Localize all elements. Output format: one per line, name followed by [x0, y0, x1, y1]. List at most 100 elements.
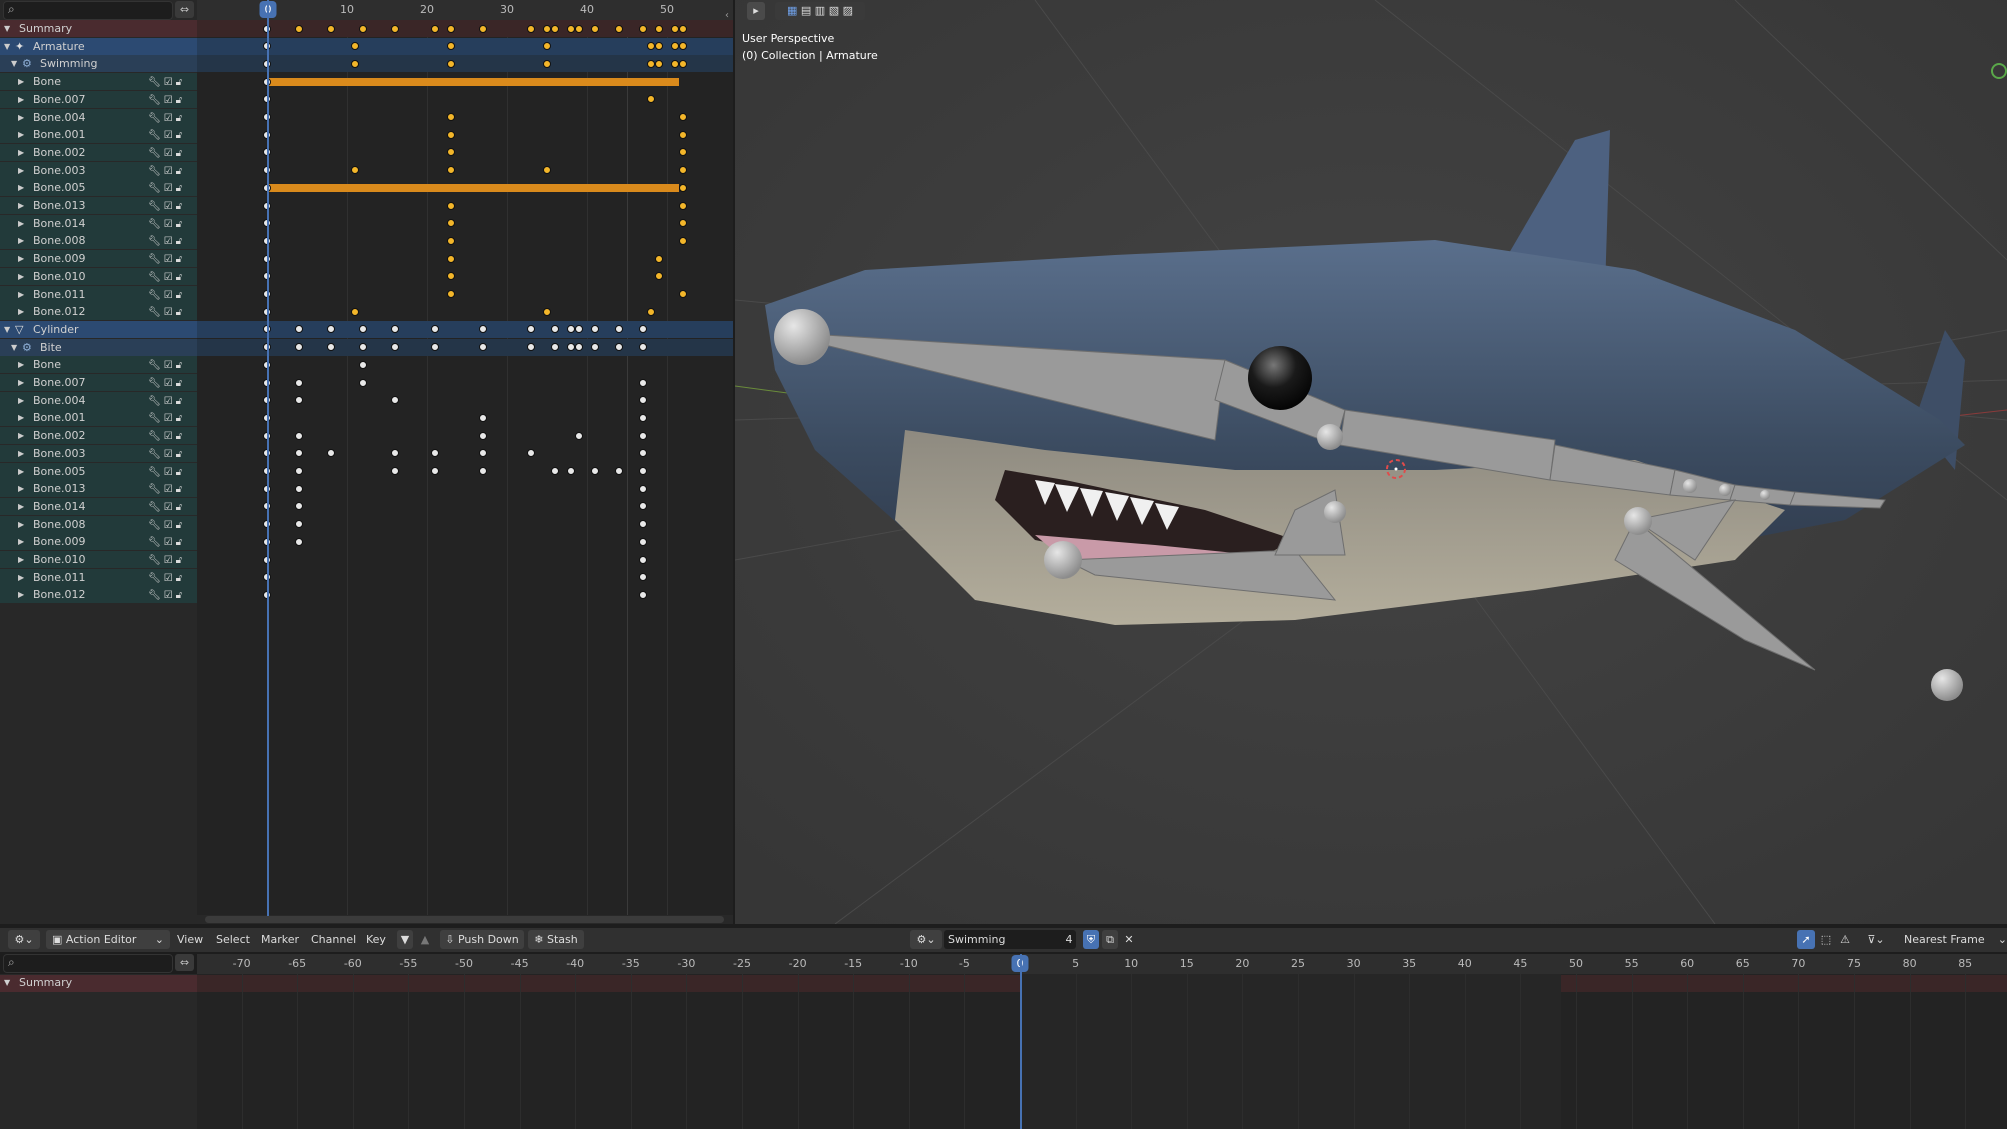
keyframe[interactable]	[359, 360, 367, 369]
keyframe[interactable]	[527, 343, 535, 352]
duplicate-action-icon[interactable]: ⧉	[1102, 930, 1118, 949]
keyframe[interactable]	[679, 219, 687, 228]
keyframe[interactable]	[359, 24, 367, 33]
channel-row[interactable]: ▶ Bone.008 🔧︎☑🔓︎	[0, 515, 197, 533]
checkbox-icon[interactable]: ☑	[164, 219, 176, 230]
collapse-arrow-icon[interactable]: ‹	[725, 10, 729, 21]
keyframe[interactable]	[639, 449, 647, 458]
wrench-icon[interactable]: 🔧︎	[148, 236, 164, 247]
keyframe[interactable]	[639, 396, 647, 405]
keyframe[interactable]	[479, 343, 487, 352]
keyframe[interactable]	[295, 449, 303, 458]
channel-row[interactable]: ▶ Bone.001 🔧︎☑🔓︎	[0, 409, 197, 427]
lock-icon[interactable]: 🔓︎	[176, 396, 185, 407]
lock-icon[interactable]: 🔓︎	[176, 360, 185, 371]
keyframe[interactable]	[527, 24, 535, 33]
wrench-icon[interactable]: 🔧︎	[148, 113, 164, 124]
keyframe[interactable]	[647, 42, 655, 51]
3d-viewport[interactable]: ▸ ▦ ▤ ▥ ▧ ▨ User Perspective (0) Collect…	[735, 0, 2007, 924]
keyframe[interactable]	[359, 325, 367, 334]
keyframe[interactable]	[615, 467, 623, 475]
keyframe[interactable]	[679, 183, 687, 192]
horizontal-scrollbar[interactable]	[205, 916, 724, 923]
expand-triangle-icon[interactable]: ▶	[18, 250, 24, 267]
wrench-icon[interactable]: 🔧︎	[148, 378, 164, 389]
keyframe[interactable]	[295, 378, 303, 387]
menu-select[interactable]: Select	[216, 933, 250, 946]
lock-icon[interactable]: 🔓︎	[176, 95, 185, 106]
expand-triangle-icon[interactable]: ▼	[11, 339, 17, 356]
keyframe[interactable]	[591, 24, 599, 33]
playhead[interactable]	[267, 0, 269, 916]
keyframe[interactable]	[527, 449, 535, 458]
keyframe[interactable]	[295, 396, 303, 405]
checkbox-icon[interactable]: ☑	[164, 537, 176, 548]
expand-triangle-icon[interactable]: ▶	[18, 197, 24, 214]
keyframe[interactable]	[447, 201, 455, 210]
wrench-icon[interactable]: 🔧︎	[148, 272, 164, 283]
keyframe[interactable]	[479, 467, 487, 475]
channel-row[interactable]: ▶ Bone.013 🔧︎☑🔓︎	[0, 197, 197, 214]
only-errors-icon[interactable]: ⚠	[1837, 930, 1853, 949]
keyframe[interactable]	[679, 130, 687, 139]
keyframe[interactable]	[679, 236, 687, 245]
action-channel-search-input[interactable]: ⌕	[3, 954, 173, 973]
channel-row[interactable]: ▶ Bone.009 🔧︎☑🔓︎	[0, 250, 197, 268]
lock-icon[interactable]: 🔓︎	[176, 130, 185, 141]
keyframe[interactable]	[351, 307, 359, 316]
wrench-icon[interactable]: 🔧︎	[148, 183, 164, 194]
keyframe[interactable]	[543, 166, 551, 175]
wrench-icon[interactable]: 🔧︎	[148, 590, 164, 601]
keyframe[interactable]	[671, 59, 679, 68]
keyframe[interactable]	[567, 325, 575, 334]
expand-triangle-icon[interactable]: ▼	[11, 55, 17, 72]
expand-triangle-icon[interactable]: ▶	[18, 215, 24, 232]
keyframe[interactable]	[479, 449, 487, 458]
keyframe[interactable]	[431, 449, 439, 458]
lock-icon[interactable]: 🔓︎	[176, 272, 185, 283]
channel-row[interactable]: ▶ Bone.011 🔧︎☑🔓︎	[0, 568, 197, 586]
expand-triangle-icon[interactable]: ▶	[18, 374, 24, 391]
wrench-icon[interactable]: 🔧︎	[148, 467, 164, 478]
keyframe[interactable]	[679, 148, 687, 157]
channel-row[interactable]: ▶ Bone.012 🔧︎☑🔓︎	[0, 303, 197, 321]
keyframe[interactable]	[671, 24, 679, 33]
keyframe[interactable]	[591, 467, 599, 475]
expand-triangle-icon[interactable]: ▶	[18, 268, 24, 285]
keyframe[interactable]	[655, 42, 663, 51]
lock-icon[interactable]: 🔓︎	[176, 219, 185, 230]
expand-triangle-icon[interactable]: ▶	[18, 569, 24, 586]
keyframe[interactable]	[295, 343, 303, 352]
expand-triangle-icon[interactable]: ▶	[18, 356, 24, 373]
push-down-button[interactable]: ⇩ Push Down	[440, 930, 524, 949]
channel-swap-icon[interactable]: ⇔	[175, 1, 194, 18]
keyframe[interactable]	[551, 467, 559, 475]
lock-icon[interactable]: 🔓︎	[176, 113, 185, 124]
lock-icon[interactable]: 🔓︎	[176, 449, 185, 460]
dope-sheet-editor[interactable]: ⌕ ⇔ 10 20 30 40 50 0 ▼Summary▼✦Armature▼…	[0, 0, 733, 924]
checkbox-icon[interactable]: ☑	[164, 95, 176, 106]
expand-triangle-icon[interactable]: ▶	[18, 392, 24, 409]
keyframe[interactable]	[679, 113, 687, 121]
keyframe[interactable]	[639, 24, 647, 33]
checkbox-icon[interactable]: ☑	[164, 130, 176, 141]
keyframe[interactable]	[543, 307, 551, 316]
lock-icon[interactable]: 🔓︎	[176, 236, 185, 247]
keyframe[interactable]	[447, 254, 455, 263]
lock-icon[interactable]: 🔓︎	[176, 502, 185, 513]
keyframe[interactable]	[351, 166, 359, 175]
keyframe[interactable]	[431, 325, 439, 334]
keyframe[interactable]	[639, 520, 647, 529]
checkbox-icon[interactable]: ☑	[164, 77, 176, 88]
keyframe[interactable]	[639, 467, 647, 475]
wrench-icon[interactable]: 🔧︎	[148, 290, 164, 301]
select-invert-icon[interactable]: ▧	[829, 4, 839, 17]
channel-row[interactable]: ▶ Bone.003 🔧︎☑🔓︎	[0, 444, 197, 462]
expand-triangle-icon[interactable]: ▶	[18, 303, 24, 320]
expand-triangle-icon[interactable]: ▶	[18, 427, 24, 444]
expand-triangle-icon[interactable]: ▶	[18, 232, 24, 249]
expand-triangle-icon[interactable]: ▶	[18, 286, 24, 303]
channel-row[interactable]: ▶ Bone.009 🔧︎☑🔓︎	[0, 533, 197, 551]
action-keyframe-area[interactable]	[197, 974, 2007, 1129]
channel-row[interactable]: ▶ Bone.003 🔧︎☑🔓︎	[0, 161, 197, 179]
